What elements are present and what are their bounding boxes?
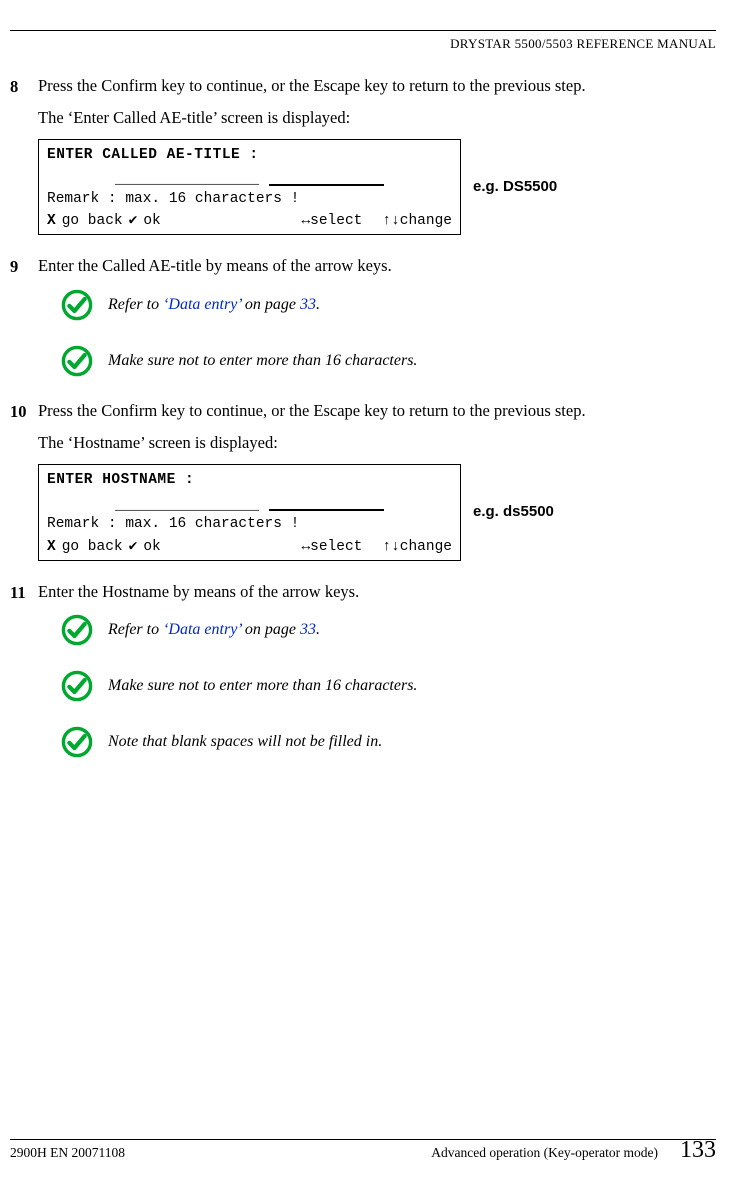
foot-change: ↑↓change <box>382 212 452 230</box>
example-label: e.g. ds5500 <box>473 502 554 522</box>
tip-text: Refer to ‘Data entry’ on page 33. <box>108 619 320 641</box>
foot-back: go back <box>62 212 123 230</box>
screen-input-line: ________________ <box>47 489 452 515</box>
screen-remark: Remark : max. 16 characters ! <box>47 515 452 533</box>
step-number: 8 <box>10 75 38 256</box>
step-text: Enter the Called AE-title by means of th… <box>38 255 716 277</box>
footer-center: Advanced operation (Key-operator mode) <box>334 1144 666 1162</box>
link-data-entry[interactable]: ‘Data entry’ <box>163 296 241 313</box>
lcd-screen: ENTER HOSTNAME : ________________ Remark… <box>38 464 461 560</box>
steps-list: 8 Press the Confirm key to continue, or … <box>10 75 716 781</box>
tip-row: Make sure not to enter more than 16 char… <box>60 344 716 378</box>
step-text: Press the Confirm key to continue, or th… <box>38 75 716 97</box>
page: DRYSTAR 5500/5503 REFERENCE MANUAL 8 Pre… <box>0 0 746 1186</box>
page-footer: 2900H EN 20071108 Advanced operation (Ke… <box>10 1134 716 1166</box>
step-body: Enter the Called AE-title by means of th… <box>38 255 716 399</box>
check-circle-icon <box>60 669 94 703</box>
step-10: 10 Press the Confirm key to continue, or… <box>10 400 716 581</box>
input-underline <box>269 509 384 512</box>
header-doc: REFERENCE MANUAL <box>577 36 717 51</box>
check-circle-icon <box>60 344 94 378</box>
tip-text: Refer to ‘Data entry’ on page 33. <box>108 294 320 316</box>
step-11: 11 Enter the Hostname by means of the ar… <box>10 581 716 781</box>
screen-row: ENTER CALLED AE-TITLE : ________________… <box>38 139 716 235</box>
lcd-screen: ENTER CALLED AE-TITLE : ________________… <box>38 139 461 235</box>
foot-select: ↔select <box>301 212 362 230</box>
step-body: Enter the Hostname by means of the arrow… <box>38 581 716 781</box>
screen-input-line: ________________ <box>47 164 452 190</box>
tip-row: Refer to ‘Data entry’ on page 33. <box>60 288 716 322</box>
link-page-33[interactable]: 33 <box>300 296 316 313</box>
tip-row: Note that blank spaces will not be fille… <box>60 725 716 759</box>
input-placeholder: ________________ <box>115 171 259 190</box>
input-placeholder: ________________ <box>115 497 259 516</box>
header-rule <box>10 30 716 31</box>
screen-row: ENTER HOSTNAME : ________________ Remark… <box>38 464 716 560</box>
screen-title: ENTER CALLED AE-TITLE : <box>47 146 452 164</box>
foot-ok: ok <box>143 538 160 556</box>
step-9: 9 Enter the Called AE-title by means of … <box>10 255 716 399</box>
screen-title: ENTER HOSTNAME : <box>47 471 452 489</box>
tip-row: Refer to ‘Data entry’ on page 33. <box>60 613 716 647</box>
tip-text: Make sure not to enter more than 16 char… <box>108 675 417 697</box>
header-text: DRYSTAR 5500/5503 REFERENCE MANUAL <box>10 35 716 53</box>
footer-left: 2900H EN 20071108 <box>10 1144 334 1162</box>
x-icon: X <box>47 538 56 556</box>
step-body: Press the Confirm key to continue, or th… <box>38 75 716 256</box>
step-text: Enter the Hostname by means of the arrow… <box>38 581 716 603</box>
step-number: 10 <box>10 400 38 581</box>
foot-select: ↔select <box>301 538 362 556</box>
tip-text: Make sure not to enter more than 16 char… <box>108 350 417 372</box>
page-number: 133 <box>666 1134 716 1166</box>
tip-text: Note that blank spaces will not be fille… <box>108 731 382 753</box>
link-data-entry[interactable]: ‘Data entry’ <box>163 621 241 638</box>
link-page-33[interactable]: 33 <box>300 621 316 638</box>
check-circle-icon <box>60 725 94 759</box>
step-text: The ‘Enter Called AE-title’ screen is di… <box>38 107 716 129</box>
x-icon: X <box>47 212 56 230</box>
foot-change: ↑↓change <box>382 538 452 556</box>
step-text: The ‘Hostname’ screen is displayed: <box>38 432 716 454</box>
check-icon: ✔ <box>129 538 138 556</box>
input-underline <box>269 184 384 187</box>
check-icon: ✔ <box>129 212 138 230</box>
check-circle-icon <box>60 613 94 647</box>
foot-back: go back <box>62 538 123 556</box>
screen-footer: X go back ✔ ok ↔select ↑↓change <box>47 538 452 556</box>
example-label: e.g. DS5500 <box>473 177 557 197</box>
step-number: 9 <box>10 255 38 399</box>
check-circle-icon <box>60 288 94 322</box>
foot-ok: ok <box>143 212 160 230</box>
step-number: 11 <box>10 581 38 781</box>
screen-remark: Remark : max. 16 characters ! <box>47 190 452 208</box>
step-8: 8 Press the Confirm key to continue, or … <box>10 75 716 256</box>
step-text: Press the Confirm key to continue, or th… <box>38 400 716 422</box>
header-product: DRYSTAR 5500/5503 <box>450 36 576 51</box>
screen-footer: X go back ✔ ok ↔select ↑↓change <box>47 212 452 230</box>
tip-row: Make sure not to enter more than 16 char… <box>60 669 716 703</box>
step-body: Press the Confirm key to continue, or th… <box>38 400 716 581</box>
